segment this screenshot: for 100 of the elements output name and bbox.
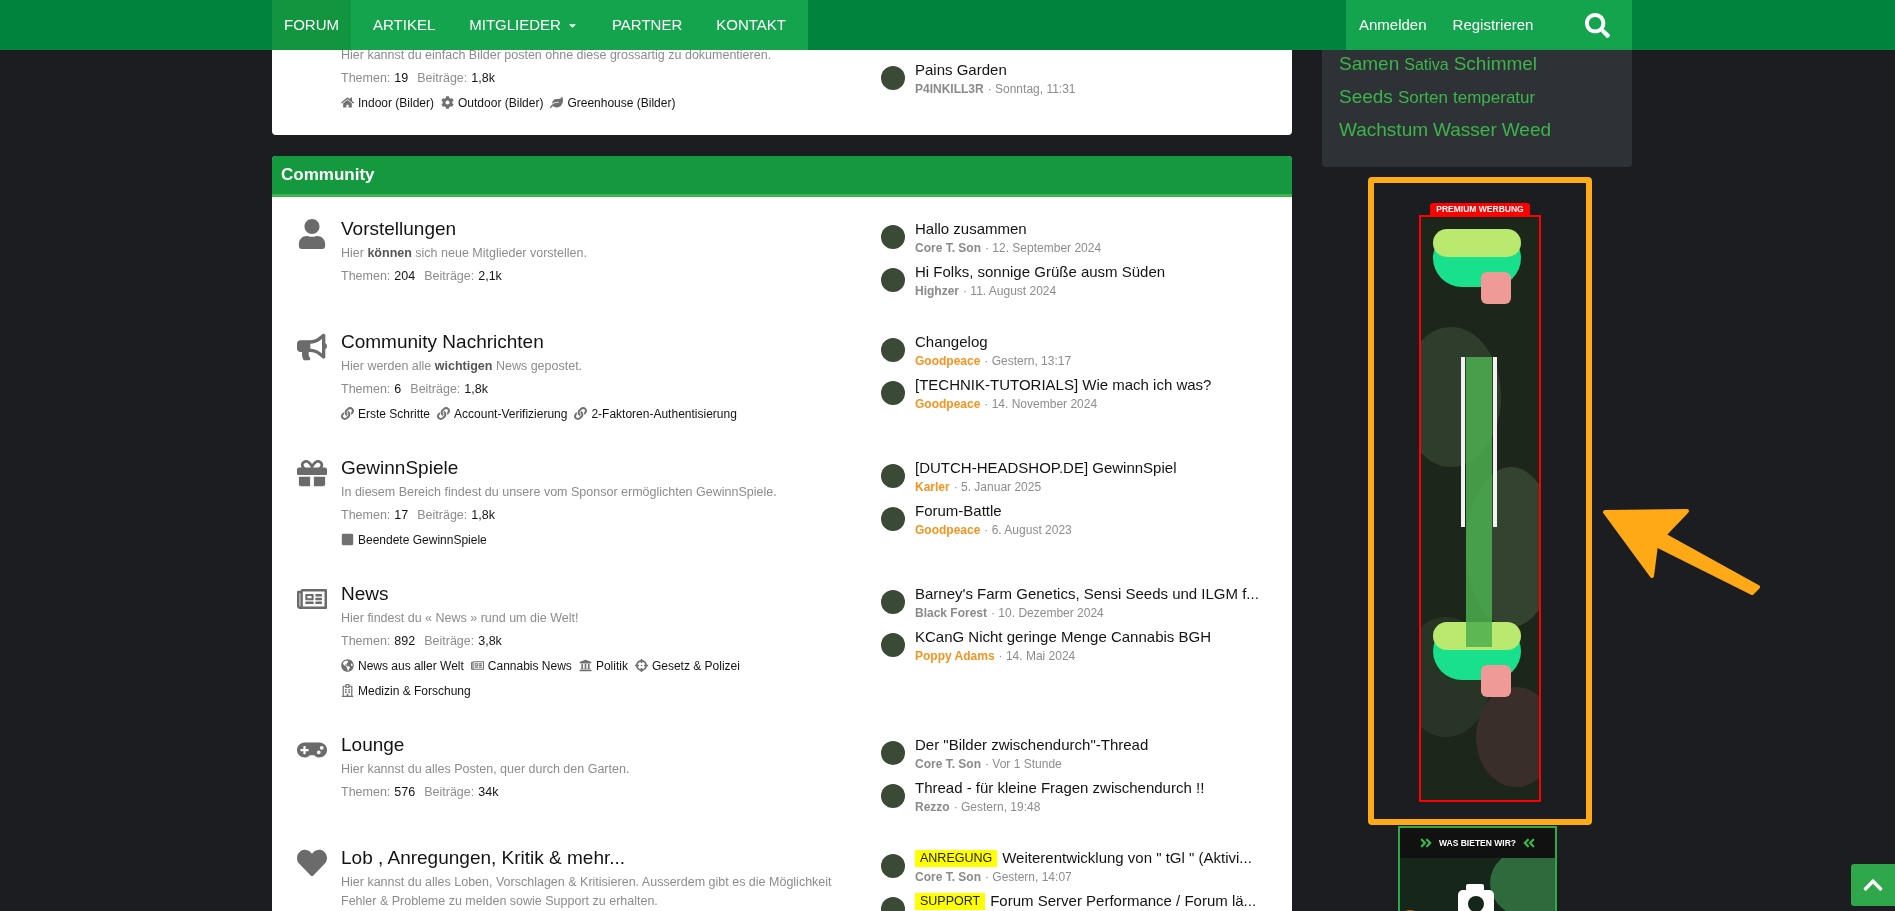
search-icon: [1585, 12, 1610, 38]
link-icon: [341, 407, 354, 420]
post-date: · 10. Dezember 2024: [991, 605, 1104, 622]
post-date: · 5. Januar 2025: [953, 479, 1042, 496]
subforum-link[interactable]: Outdoor (Bilder): [441, 90, 544, 115]
stat-label: Beiträge:: [417, 70, 468, 88]
thread-link[interactable]: Pains Garden: [915, 58, 1007, 82]
nav-tab[interactable]: FORUM: [272, 0, 351, 50]
thread-link[interactable]: Hallo zusammen: [915, 217, 1027, 241]
avatar[interactable]: [881, 784, 905, 808]
stat-label: Beiträge:: [424, 633, 475, 651]
avatar[interactable]: [881, 633, 905, 657]
tag-link[interactable]: temperatur: [1452, 85, 1536, 111]
crosshair-icon: [634, 659, 648, 672]
thread-link[interactable]: Changelog: [915, 330, 988, 354]
tag-link[interactable]: Sativa: [1404, 53, 1449, 77]
scroll-to-top-button[interactable]: [1851, 864, 1895, 906]
ad-label: PREMIUM WERBUNG: [1430, 203, 1530, 215]
globe-icon: [341, 659, 354, 672]
subforum-link[interactable]: Medizin & Forschung: [341, 678, 471, 703]
avatar[interactable]: [881, 741, 905, 765]
subforum-link[interactable]: Politik: [578, 653, 628, 678]
thread-link[interactable]: [DUTCH-HEADSHOP.DE] GewinnSpiel: [915, 456, 1177, 480]
stat-value: 1,8k: [471, 507, 495, 525]
prefix-label: ANREGUNG: [915, 849, 998, 867]
stat-label: Beiträge:: [424, 268, 475, 286]
gift-icon: [296, 458, 327, 488]
post-date: · Gestern, 13:17: [984, 353, 1072, 370]
category-title: Community: [281, 164, 375, 187]
forum-description: In diesem Bereich findest du unsere vom Sponsor ermöglichten GewinnSpiele.: [341, 484, 778, 501]
post-date: · 14. November 2024: [984, 396, 1098, 413]
stat-value: 17: [394, 507, 409, 525]
subforum-link[interactable]: Erste Schritte: [341, 401, 431, 426]
ad-banner[interactable]: WAS BIETEN WIR?: [1398, 826, 1557, 911]
username-link[interactable]: Highzer: [915, 282, 959, 300]
avatar[interactable]: [881, 507, 905, 531]
forum-title[interactable]: Community Nachrichten: [341, 330, 879, 354]
thread-link[interactable]: Hi Folks, sonnige Grüße ausm Süden: [915, 260, 1166, 284]
post-date: · Gestern, 19:48: [953, 799, 1041, 816]
tag-link[interactable]: Schimmel: [1453, 50, 1538, 79]
thread-link[interactable]: Barney's Farm Genetics, Sensi Seeds und ILGM f...: [915, 582, 1259, 606]
subforum-link[interactable]: Beendete GewinnSpiele: [341, 527, 487, 552]
forum-title[interactable]: Lob , Anregungen, Kritik & mehr...: [341, 846, 879, 870]
stat-label: Themen:: [341, 381, 391, 399]
leaf-icon: [550, 96, 564, 109]
link-icon: [437, 407, 451, 420]
post-date: · 14. Mai 2024: [998, 648, 1076, 665]
thread-link[interactable]: Forum Server Performance / Forum lä...: [990, 889, 1257, 911]
stat-label: Themen:: [341, 268, 391, 286]
thread-link[interactable]: Forum-Battle: [915, 499, 1002, 523]
forum-description: Hier kannst du alles Posten, quer durch den Garten.: [341, 761, 631, 778]
stat-value: 6: [394, 381, 402, 399]
tag-link[interactable]: Sorten: [1397, 85, 1448, 111]
avatar[interactable]: [881, 854, 905, 878]
thread-link[interactable]: Weiterentwicklung von " tGl " (Aktivi...: [1002, 846, 1252, 870]
thread-link[interactable]: KCanG Nicht geringe Menge Cannabis BGH: [915, 625, 1211, 649]
forum-description: Hier kannst du alles Loben, Vorschlagen & Kritisieren. Ausserdem gibt es die Möglichkeit Fehler & Probleme zu melden sowie Support zu erhalten.: [341, 874, 833, 910]
house-icon: [341, 96, 354, 109]
stat-value: 19: [394, 70, 409, 88]
thread-link[interactable]: Thread - für kleine Fragen zwischendurch !!: [915, 776, 1205, 800]
tag-link[interactable]: Wasser: [1433, 116, 1497, 145]
subforum-link[interactable]: Account-Verifizierung: [437, 401, 568, 426]
thread-link[interactable]: [TECHNIK-TUTORIALS] Wie mach ich was?: [915, 373, 1212, 397]
landmark-icon: [578, 659, 592, 672]
forum-title[interactable]: Vorstellungen: [341, 217, 879, 241]
tag-link[interactable]: Seeds: [1339, 83, 1393, 112]
subforum-link[interactable]: Cannabis News: [470, 653, 572, 678]
forum-description: Hier findest du « News » rund um die Welt!: [341, 610, 580, 627]
forum-title[interactable]: News: [341, 582, 879, 606]
heart-icon: [296, 848, 327, 878]
subforum-link[interactable]: 2-Faktoren-Authentisierung: [574, 401, 737, 426]
tag-link[interactable]: Wachstum: [1339, 116, 1429, 145]
forum-title[interactable]: GewinnSpiele: [341, 456, 879, 480]
thread-link[interactable]: Der "Bilder zwischendurch"-Thread: [915, 733, 1149, 757]
subforum-link[interactable]: News aus aller Welt: [341, 653, 464, 678]
stat-value: 576: [394, 784, 416, 802]
chevrons-icon: [1522, 836, 1536, 850]
tag-link[interactable]: Weed: [1501, 116, 1552, 145]
avatar[interactable]: [881, 590, 905, 614]
tag-link[interactable]: Samen: [1339, 50, 1400, 79]
stat-label: Themen:: [341, 784, 391, 802]
avatar[interactable]: [881, 66, 905, 90]
avatar[interactable]: [881, 381, 905, 405]
avatar[interactable]: [881, 268, 905, 292]
subforum-link[interactable]: Gesetz & Polizei: [634, 653, 740, 678]
avatar[interactable]: [881, 464, 905, 488]
stat-value: 1,8k: [464, 381, 488, 399]
avatar[interactable]: [881, 225, 905, 249]
avatar[interactable]: [881, 338, 905, 362]
stat-label: Beiträge:: [417, 507, 468, 525]
subforum-link[interactable]: Greenhouse (Bilder): [550, 90, 676, 115]
post-date: · Sonntag, 11:31: [987, 81, 1076, 98]
stat-label: Beiträge:: [410, 381, 461, 399]
forum-description: Hier werden alle wichtigen News gepostet.: [341, 358, 584, 375]
forum-title[interactable]: Lounge: [341, 733, 879, 757]
stat-label: Themen:: [341, 70, 391, 88]
stat-value: 1,8k: [471, 70, 495, 88]
subforum-link[interactable]: Indoor (Bilder): [341, 90, 435, 115]
newspaper-icon: [470, 659, 484, 672]
forum-description: Hier können sich neue Mitglieder vorstellen.: [341, 245, 588, 262]
